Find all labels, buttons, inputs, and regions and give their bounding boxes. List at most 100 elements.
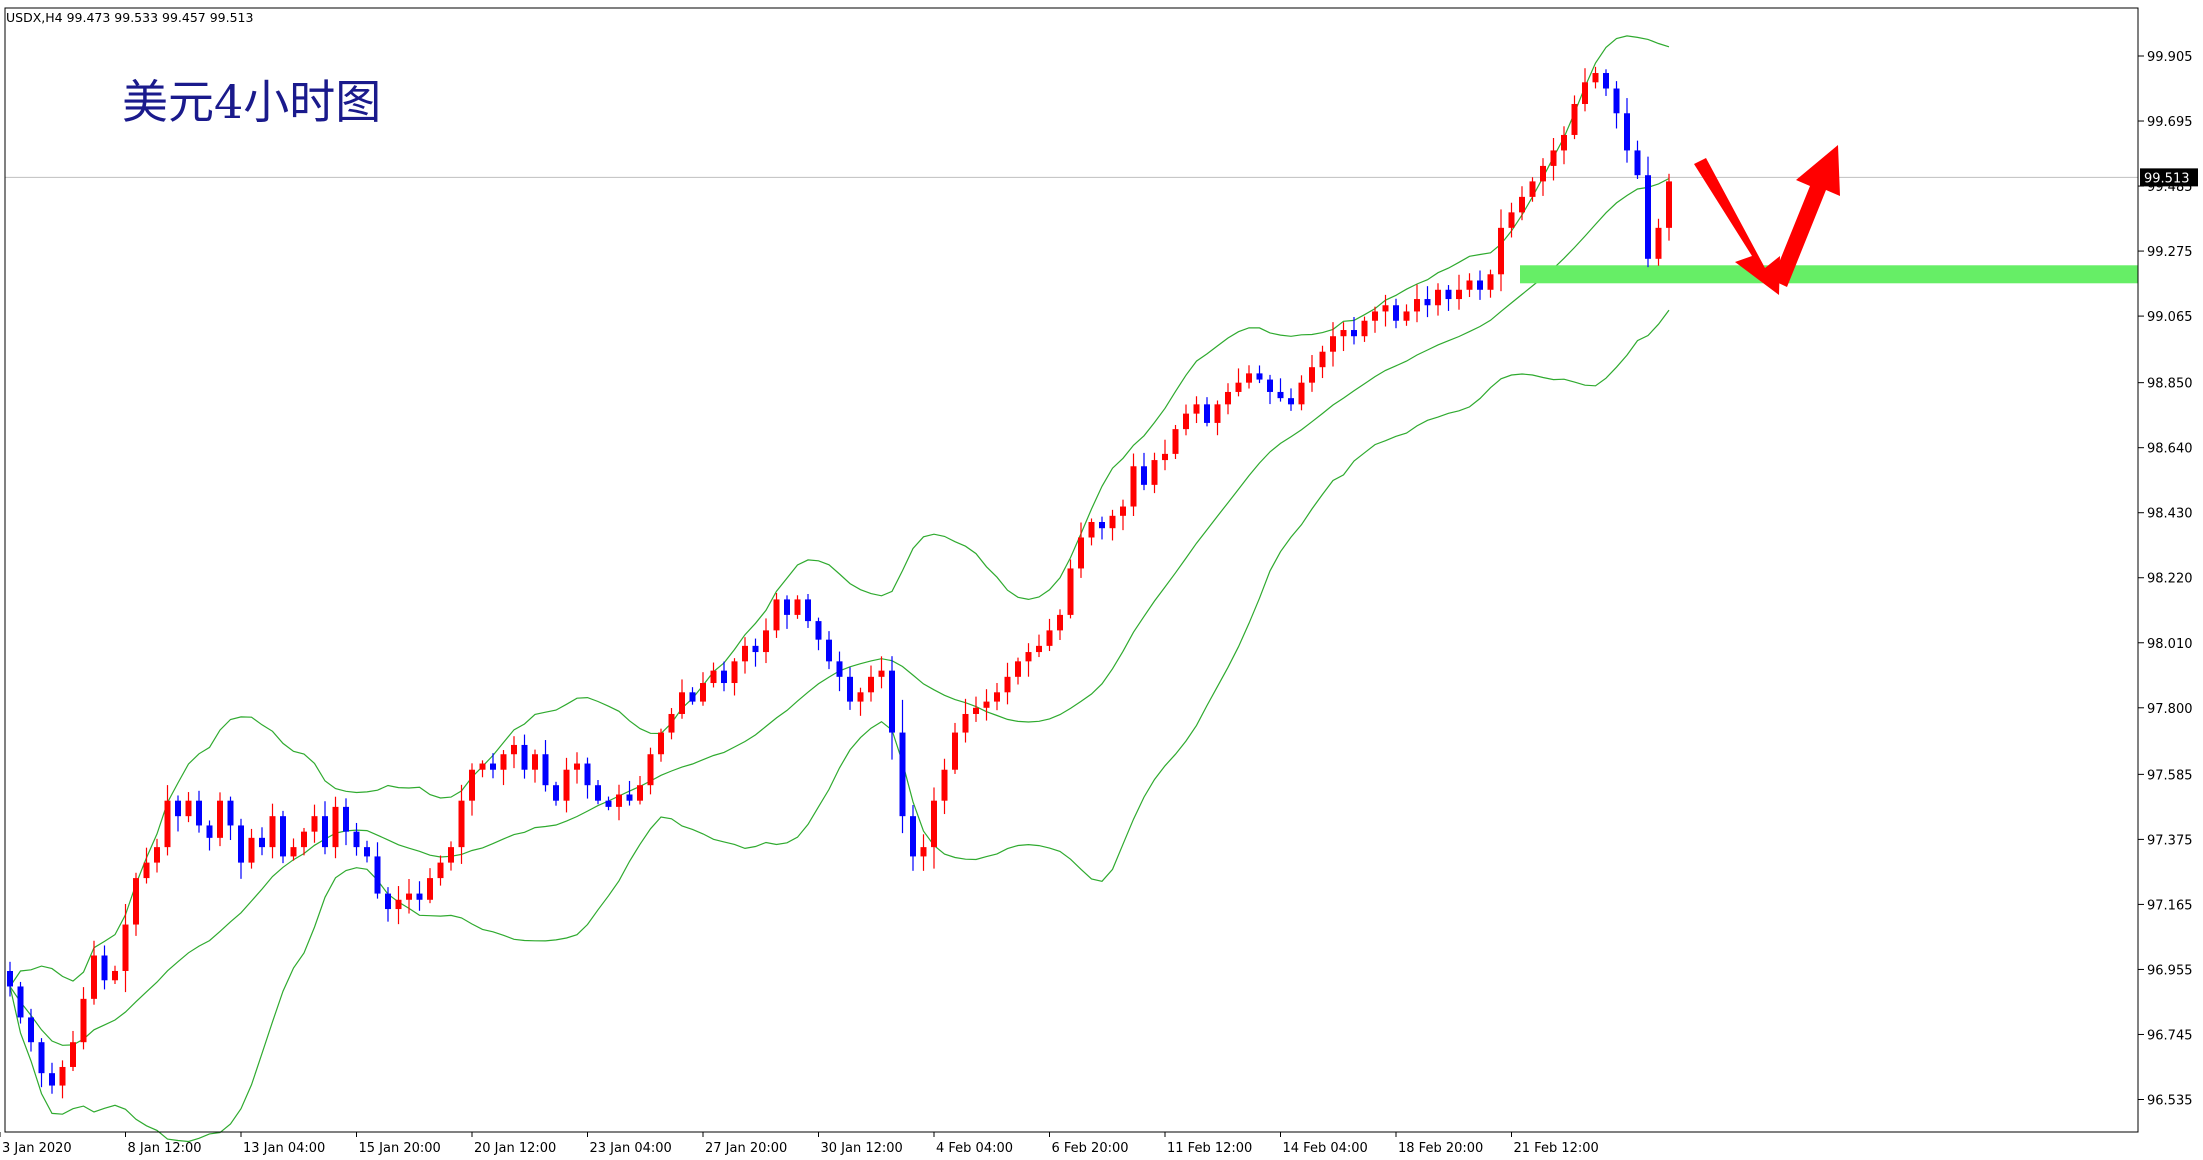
candle-body (889, 670, 895, 733)
candle-body (773, 599, 780, 631)
candle-body (763, 630, 769, 653)
candle-body (1162, 453, 1168, 461)
candle-body (101, 955, 108, 981)
candle-body (742, 645, 748, 662)
x-tick-label: 20 Jan 12:00 (474, 1141, 556, 1156)
y-tick-label: 99.695 (2147, 115, 2193, 130)
candle-body (290, 847, 297, 857)
candle-body (973, 707, 979, 714)
candle-body (574, 763, 580, 770)
candle-body (1120, 506, 1126, 516)
candle-body (469, 769, 475, 801)
candle-body (1519, 196, 1525, 213)
candle-body (1403, 311, 1410, 321)
candle-body (1540, 165, 1546, 182)
candle-body (931, 800, 937, 848)
candle-body (1393, 305, 1399, 321)
candle-body (1025, 652, 1032, 662)
candle-body (815, 621, 822, 640)
candle-body (1214, 404, 1221, 423)
candle-body (1183, 413, 1189, 430)
candle-body (584, 763, 591, 786)
x-tick-label: 21 Feb 12:00 (1514, 1141, 1599, 1156)
candle-body (1088, 522, 1095, 538)
support-zone (1520, 265, 2138, 284)
candle-body (185, 800, 192, 817)
candle-body (164, 800, 171, 848)
candle-body (794, 599, 801, 615)
candle-body (1298, 382, 1305, 405)
candle-body (49, 1073, 55, 1086)
y-tick-label: 97.585 (2147, 768, 2193, 783)
y-tick-label: 97.375 (2147, 833, 2193, 848)
y-tick-label: 98.850 (2147, 377, 2193, 392)
chart-background (0, 0, 2203, 1160)
candle-body (952, 732, 958, 770)
x-tick-label: 27 Jan 20:00 (705, 1141, 787, 1156)
candle-body (1372, 311, 1378, 321)
x-tick-label: 15 Jan 20:00 (359, 1141, 441, 1156)
candle-body (1036, 645, 1042, 653)
candle-body (1498, 227, 1504, 275)
candle-body (1424, 299, 1431, 306)
candle-body (248, 837, 255, 863)
candle-body (364, 847, 370, 857)
candle-body (1046, 630, 1053, 646)
candle-body (563, 769, 570, 801)
x-tick-label: 6 Feb 20:00 (1052, 1141, 1129, 1156)
y-tick-label: 97.800 (2147, 702, 2193, 717)
candle-body (259, 837, 265, 848)
candle-body (17, 986, 24, 1018)
candle-body (1466, 280, 1473, 290)
candle-body (1340, 330, 1347, 337)
candle-body (353, 831, 360, 848)
candle-body (731, 661, 738, 684)
candle-body (28, 1017, 34, 1043)
candle-body (112, 970, 118, 981)
candle-body (1246, 373, 1252, 383)
candle-body (385, 893, 391, 910)
candle-body (406, 893, 412, 900)
candle-body (1172, 429, 1179, 454)
candle-body (227, 800, 234, 826)
candle-body (668, 713, 675, 733)
candle-body (626, 794, 633, 801)
x-tick-label: 30 Jan 12:00 (821, 1141, 903, 1156)
candle-body (1487, 274, 1494, 290)
candle-body (679, 692, 685, 714)
candle-body (154, 847, 160, 863)
candle-body (1193, 404, 1200, 414)
candle-body (1109, 515, 1116, 529)
candle-body (899, 732, 906, 817)
candle-body (395, 899, 402, 910)
candle-body (962, 713, 969, 733)
candle-body (1603, 73, 1609, 89)
current-price-tag-label: 99.513 (2144, 171, 2190, 186)
candle-body (1130, 466, 1137, 507)
y-tick-label: 96.745 (2147, 1028, 2193, 1043)
candle-body (542, 754, 549, 786)
candle-body (910, 816, 916, 857)
x-tick-label: 4 Feb 04:00 (936, 1141, 1013, 1156)
candle-body (710, 670, 717, 684)
candle-body (332, 806, 339, 848)
candle-body (427, 878, 433, 900)
candle-body (1319, 351, 1326, 368)
x-tick-label: 23 Jan 04:00 (590, 1141, 672, 1156)
candle-body (343, 806, 349, 832)
candle-body (1582, 82, 1588, 104)
candle-body (1078, 537, 1084, 569)
candle-body (700, 683, 706, 702)
candle-body (511, 744, 517, 755)
candle-body (721, 670, 727, 684)
candle-body (1267, 379, 1273, 392)
candle-body (1613, 88, 1620, 114)
candle-body (91, 955, 97, 999)
candle-body (689, 692, 696, 702)
candle-body (217, 800, 223, 838)
candle-body (983, 701, 990, 708)
candle-body (553, 785, 559, 801)
candle-body (1414, 299, 1420, 312)
x-tick-label: 14 Feb 04:00 (1283, 1141, 1368, 1156)
candle-body (206, 825, 213, 838)
